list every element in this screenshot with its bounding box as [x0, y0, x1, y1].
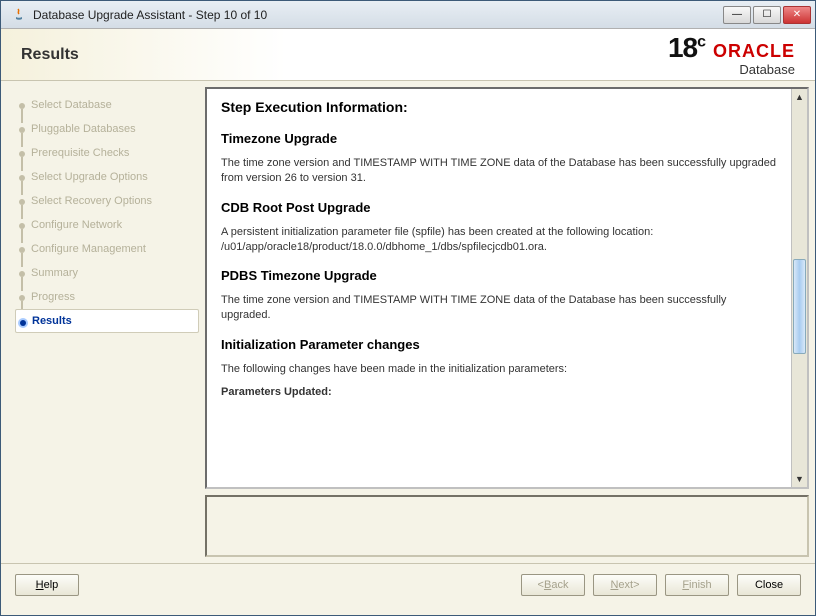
message-panel — [205, 495, 809, 557]
scroll-thumb[interactable] — [793, 259, 806, 354]
oracle-product: Database — [713, 62, 795, 77]
oracle-brand: ORACLE — [713, 41, 795, 61]
wizard-steps: Select Database Pluggable Databases Prer… — [7, 87, 199, 557]
back-button: < Back — [521, 574, 585, 596]
step-summary: Summary — [15, 261, 199, 285]
section-body: The time zone version and TIMESTAMP WITH… — [221, 293, 777, 323]
title-bar: Database Upgrade Assistant - Step 10 of … — [1, 1, 815, 29]
step-results[interactable]: Results — [15, 309, 199, 333]
oracle-logo: 18c ORACLE Database — [668, 32, 795, 77]
step-progress: Progress — [15, 285, 199, 309]
finish-button: Finish — [665, 574, 729, 596]
close-button[interactable]: ✕ — [783, 6, 811, 24]
java-icon — [11, 7, 27, 23]
next-button: Next > — [593, 574, 657, 596]
section-body: The time zone version and TIMESTAMP WITH… — [221, 156, 777, 186]
close-wizard-button[interactable]: Close — [737, 574, 801, 596]
step-configure-management: Configure Management — [15, 237, 199, 261]
results-content: Step Execution Information: Timezone Upg… — [205, 87, 809, 489]
app-window: Database Upgrade Assistant - Step 10 of … — [0, 0, 816, 616]
section-body: A persistent initialization parameter fi… — [221, 225, 777, 255]
main-panel: Step Execution Information: Timezone Upg… — [205, 87, 809, 557]
scroll-down-icon[interactable]: ▼ — [792, 471, 807, 487]
minimize-button[interactable]: — — [723, 6, 751, 24]
section-heading: PDBS Timezone Upgrade — [221, 268, 777, 283]
step-configure-network: Configure Network — [15, 213, 199, 237]
window-controls: — ☐ ✕ — [723, 6, 811, 24]
content-scroll: Step Execution Information: Timezone Upg… — [207, 89, 791, 487]
body: Select Database Pluggable Databases Prer… — [1, 81, 815, 563]
scroll-track[interactable] — [792, 105, 807, 471]
footer: Help < Back Next > Finish Close — [1, 563, 815, 605]
window-title: Database Upgrade Assistant - Step 10 of … — [33, 8, 723, 22]
section-heading: Initialization Parameter changes — [221, 337, 777, 352]
step-upgrade-options: Select Upgrade Options — [15, 165, 199, 189]
scroll-up-icon[interactable]: ▲ — [792, 89, 807, 105]
maximize-button[interactable]: ☐ — [753, 6, 781, 24]
page-title: Results — [21, 46, 79, 64]
step-recovery-options: Select Recovery Options — [15, 189, 199, 213]
section-heading: Timezone Upgrade — [221, 131, 777, 146]
step-prerequisite-checks: Prerequisite Checks — [15, 141, 199, 165]
section-heading: CDB Root Post Upgrade — [221, 200, 777, 215]
subheading: Parameters Updated: — [221, 385, 777, 400]
help-button[interactable]: Help — [15, 574, 79, 596]
content-title: Step Execution Information: — [221, 99, 777, 115]
step-select-database: Select Database — [15, 93, 199, 117]
step-pluggable-databases: Pluggable Databases — [15, 117, 199, 141]
section-body: The following changes have been made in … — [221, 362, 777, 377]
vertical-scrollbar[interactable]: ▲ ▼ — [791, 89, 807, 487]
header: Results 18c ORACLE Database — [1, 29, 815, 81]
